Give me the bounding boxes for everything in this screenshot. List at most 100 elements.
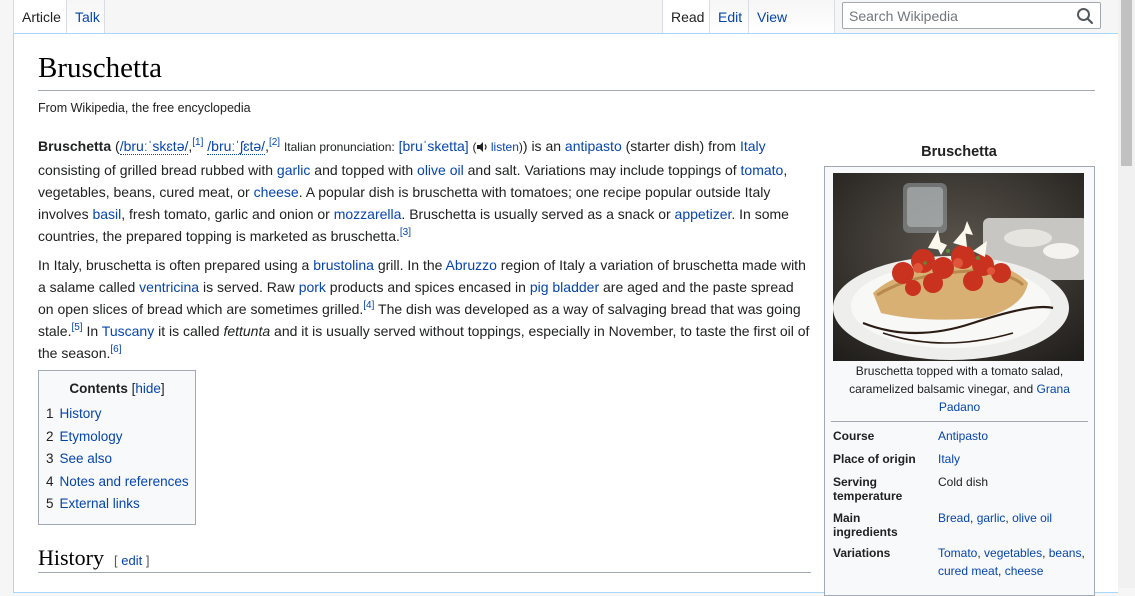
infobox-label: Serving temperature [833, 475, 903, 503]
text-run: (starter dish) from [621, 138, 740, 154]
infobox-value: Italy [938, 450, 1086, 468]
separator: , [1081, 546, 1085, 560]
infobox-row-ingredients: Main ingredients Bread, garlic, olive oi… [833, 509, 1086, 544]
ref-1[interactable]: [1] [192, 137, 203, 148]
tab-article-label: Article [22, 9, 61, 25]
link-mozzarella[interactable]: mozzarella [334, 206, 402, 222]
toc-item-notes[interactable]: 4 Notes and references [46, 471, 189, 494]
ref-2[interactable]: [2] [269, 137, 280, 148]
toc-number: 2 [46, 428, 54, 444]
infobox-row-origin: Place of origin Italy [833, 450, 1086, 473]
toc-link[interactable]: Notes and references [60, 474, 189, 489]
toc-link[interactable]: History [60, 406, 102, 421]
link-antipasto[interactable]: antipasto [565, 138, 622, 154]
link-garlic-infobox[interactable]: garlic [977, 511, 1006, 525]
ref-4[interactable]: [4] [363, 300, 374, 311]
link-cheese[interactable]: cheese [254, 184, 299, 200]
tab-talk-label: Talk [75, 9, 100, 25]
tab-edit[interactable]: Edit [709, 0, 749, 34]
link-cheese-infobox[interactable]: cheese [1005, 564, 1044, 578]
link-abruzzo[interactable]: Abruzzo [446, 257, 497, 273]
link-ventricina[interactable]: ventricina [139, 279, 199, 295]
toc-item-external-links[interactable]: 5 External links [46, 493, 188, 516]
tab-bar: Article Talk Read Edit View history [0, 0, 1118, 59]
link-olive-oil-infobox[interactable]: olive oil [1012, 511, 1052, 525]
link-tomato[interactable]: tomato [741, 162, 784, 178]
tab-view-history[interactable]: View history [748, 0, 835, 59]
term-fettunta: fettunta [223, 323, 271, 339]
article-body: Bruschetta (/bruːˈskɛtə/,[1] /bruːˈʃɛtə/… [38, 135, 810, 371]
toc-link[interactable]: Etymology [60, 429, 123, 444]
link-bread[interactable]: Bread [938, 511, 970, 525]
toc-header: Contents [hide] [46, 381, 188, 396]
toc-bracket: ] [160, 381, 165, 396]
section-title: History [38, 545, 104, 570]
edit-bracket: ] [145, 553, 150, 568]
title-divider [38, 90, 1095, 91]
lead-paragraph: Bruschetta (/bruːˈskɛtə/,[1] /bruːˈʃɛtə/… [38, 137, 789, 245]
search-icon[interactable] [1076, 7, 1094, 30]
toc-number: 5 [46, 496, 54, 511]
infobox-row-course: Course Antipasto [833, 427, 1086, 450]
link-pork[interactable]: pork [299, 279, 326, 295]
toc-number: 3 [46, 451, 54, 466]
italian-pronunciation-label: Italian pronunciation: [283, 140, 395, 154]
toc-number: 4 [46, 473, 54, 489]
second-paragraph: In Italy, bruschetta is often prepared u… [38, 254, 810, 364]
text-run: In Italy, bruschetta is often prepared u… [38, 257, 314, 273]
infobox-label: Course [833, 429, 875, 443]
link-appetizer[interactable]: appetizer [675, 206, 732, 222]
link-beans[interactable]: beans [1049, 546, 1082, 560]
tab-read-label: Read [671, 9, 705, 25]
toc-link[interactable]: External links [60, 496, 140, 511]
listen-link[interactable]: listen [491, 140, 519, 154]
link-pig-bladder[interactable]: pig bladder [530, 279, 599, 295]
separator: , [1042, 546, 1049, 560]
infobox-image[interactable] [833, 173, 1084, 361]
ipa-link-3[interactable]: [bruˈsketta] [399, 138, 469, 154]
link-olive-oil[interactable]: olive oil [417, 162, 464, 178]
section-divider [38, 572, 811, 573]
lead-term: Bruschetta [38, 138, 112, 154]
link-tuscany[interactable]: Tuscany [102, 323, 154, 339]
link-tomato-infobox[interactable]: Tomato [938, 546, 977, 560]
ref-6[interactable]: [6] [110, 344, 121, 355]
text-run: products and spices encased in [325, 279, 530, 295]
separator: , [970, 511, 977, 525]
toc-hide-toggle[interactable]: hide [135, 381, 161, 396]
text-run: ) is an [522, 138, 565, 154]
toc-item-etymology[interactable]: 2 Etymology [46, 426, 188, 449]
text-run: is served. Raw [199, 279, 299, 295]
ipa-link-1[interactable]: /bruːˈskɛtə/ [119, 138, 189, 155]
link-garlic[interactable]: garlic [277, 162, 310, 178]
infobox-caption: Bruschetta topped with a tomato salad, c… [833, 362, 1086, 416]
tab-edit-label: Edit [718, 9, 743, 25]
ipa-link-2[interactable]: /bruːˈʃɛtə/ [207, 138, 266, 155]
scrollbar-thumb[interactable] [1121, 0, 1132, 166]
section-edit-link[interactable]: edit [121, 553, 142, 568]
tab-article[interactable]: Article [13, 0, 67, 34]
link-brustolina[interactable]: brustolina [313, 257, 374, 273]
toc-link[interactable]: See also [60, 451, 113, 466]
link-italy-infobox[interactable]: Italy [938, 452, 960, 466]
toc-list: 1 History 2 Etymology 3 See also 4 Notes and… [46, 403, 189, 516]
content-panel: Bruschetta From Wikipedia, the free ency… [13, 33, 1118, 596]
link-cured-meat[interactable]: cured meat [938, 564, 998, 578]
search-input[interactable] [843, 3, 1073, 28]
tab-read[interactable]: Read [662, 0, 710, 34]
ref-5[interactable]: [5] [71, 322, 82, 333]
speaker-icon[interactable] [476, 137, 488, 159]
text-run: grill. In the [373, 257, 446, 273]
link-italy[interactable]: Italy [740, 138, 766, 154]
toc-item-history[interactable]: 1 History [46, 403, 188, 426]
toc-item-see-also[interactable]: 3 See also [46, 448, 188, 471]
ref-3[interactable]: [3] [400, 227, 411, 238]
infobox-label: Place of origin [833, 452, 916, 466]
text-run: , fresh tomato, garlic and onion or [121, 206, 334, 222]
page-scrollbar[interactable] [1118, 0, 1135, 588]
link-basil[interactable]: basil [92, 206, 121, 222]
tab-talk[interactable]: Talk [66, 0, 105, 34]
caption-text: Bruschetta topped with a tomato salad, c… [849, 364, 1064, 396]
link-antipasto-infobox[interactable]: Antipasto [938, 429, 988, 443]
link-vegetables[interactable]: vegetables [984, 546, 1042, 560]
